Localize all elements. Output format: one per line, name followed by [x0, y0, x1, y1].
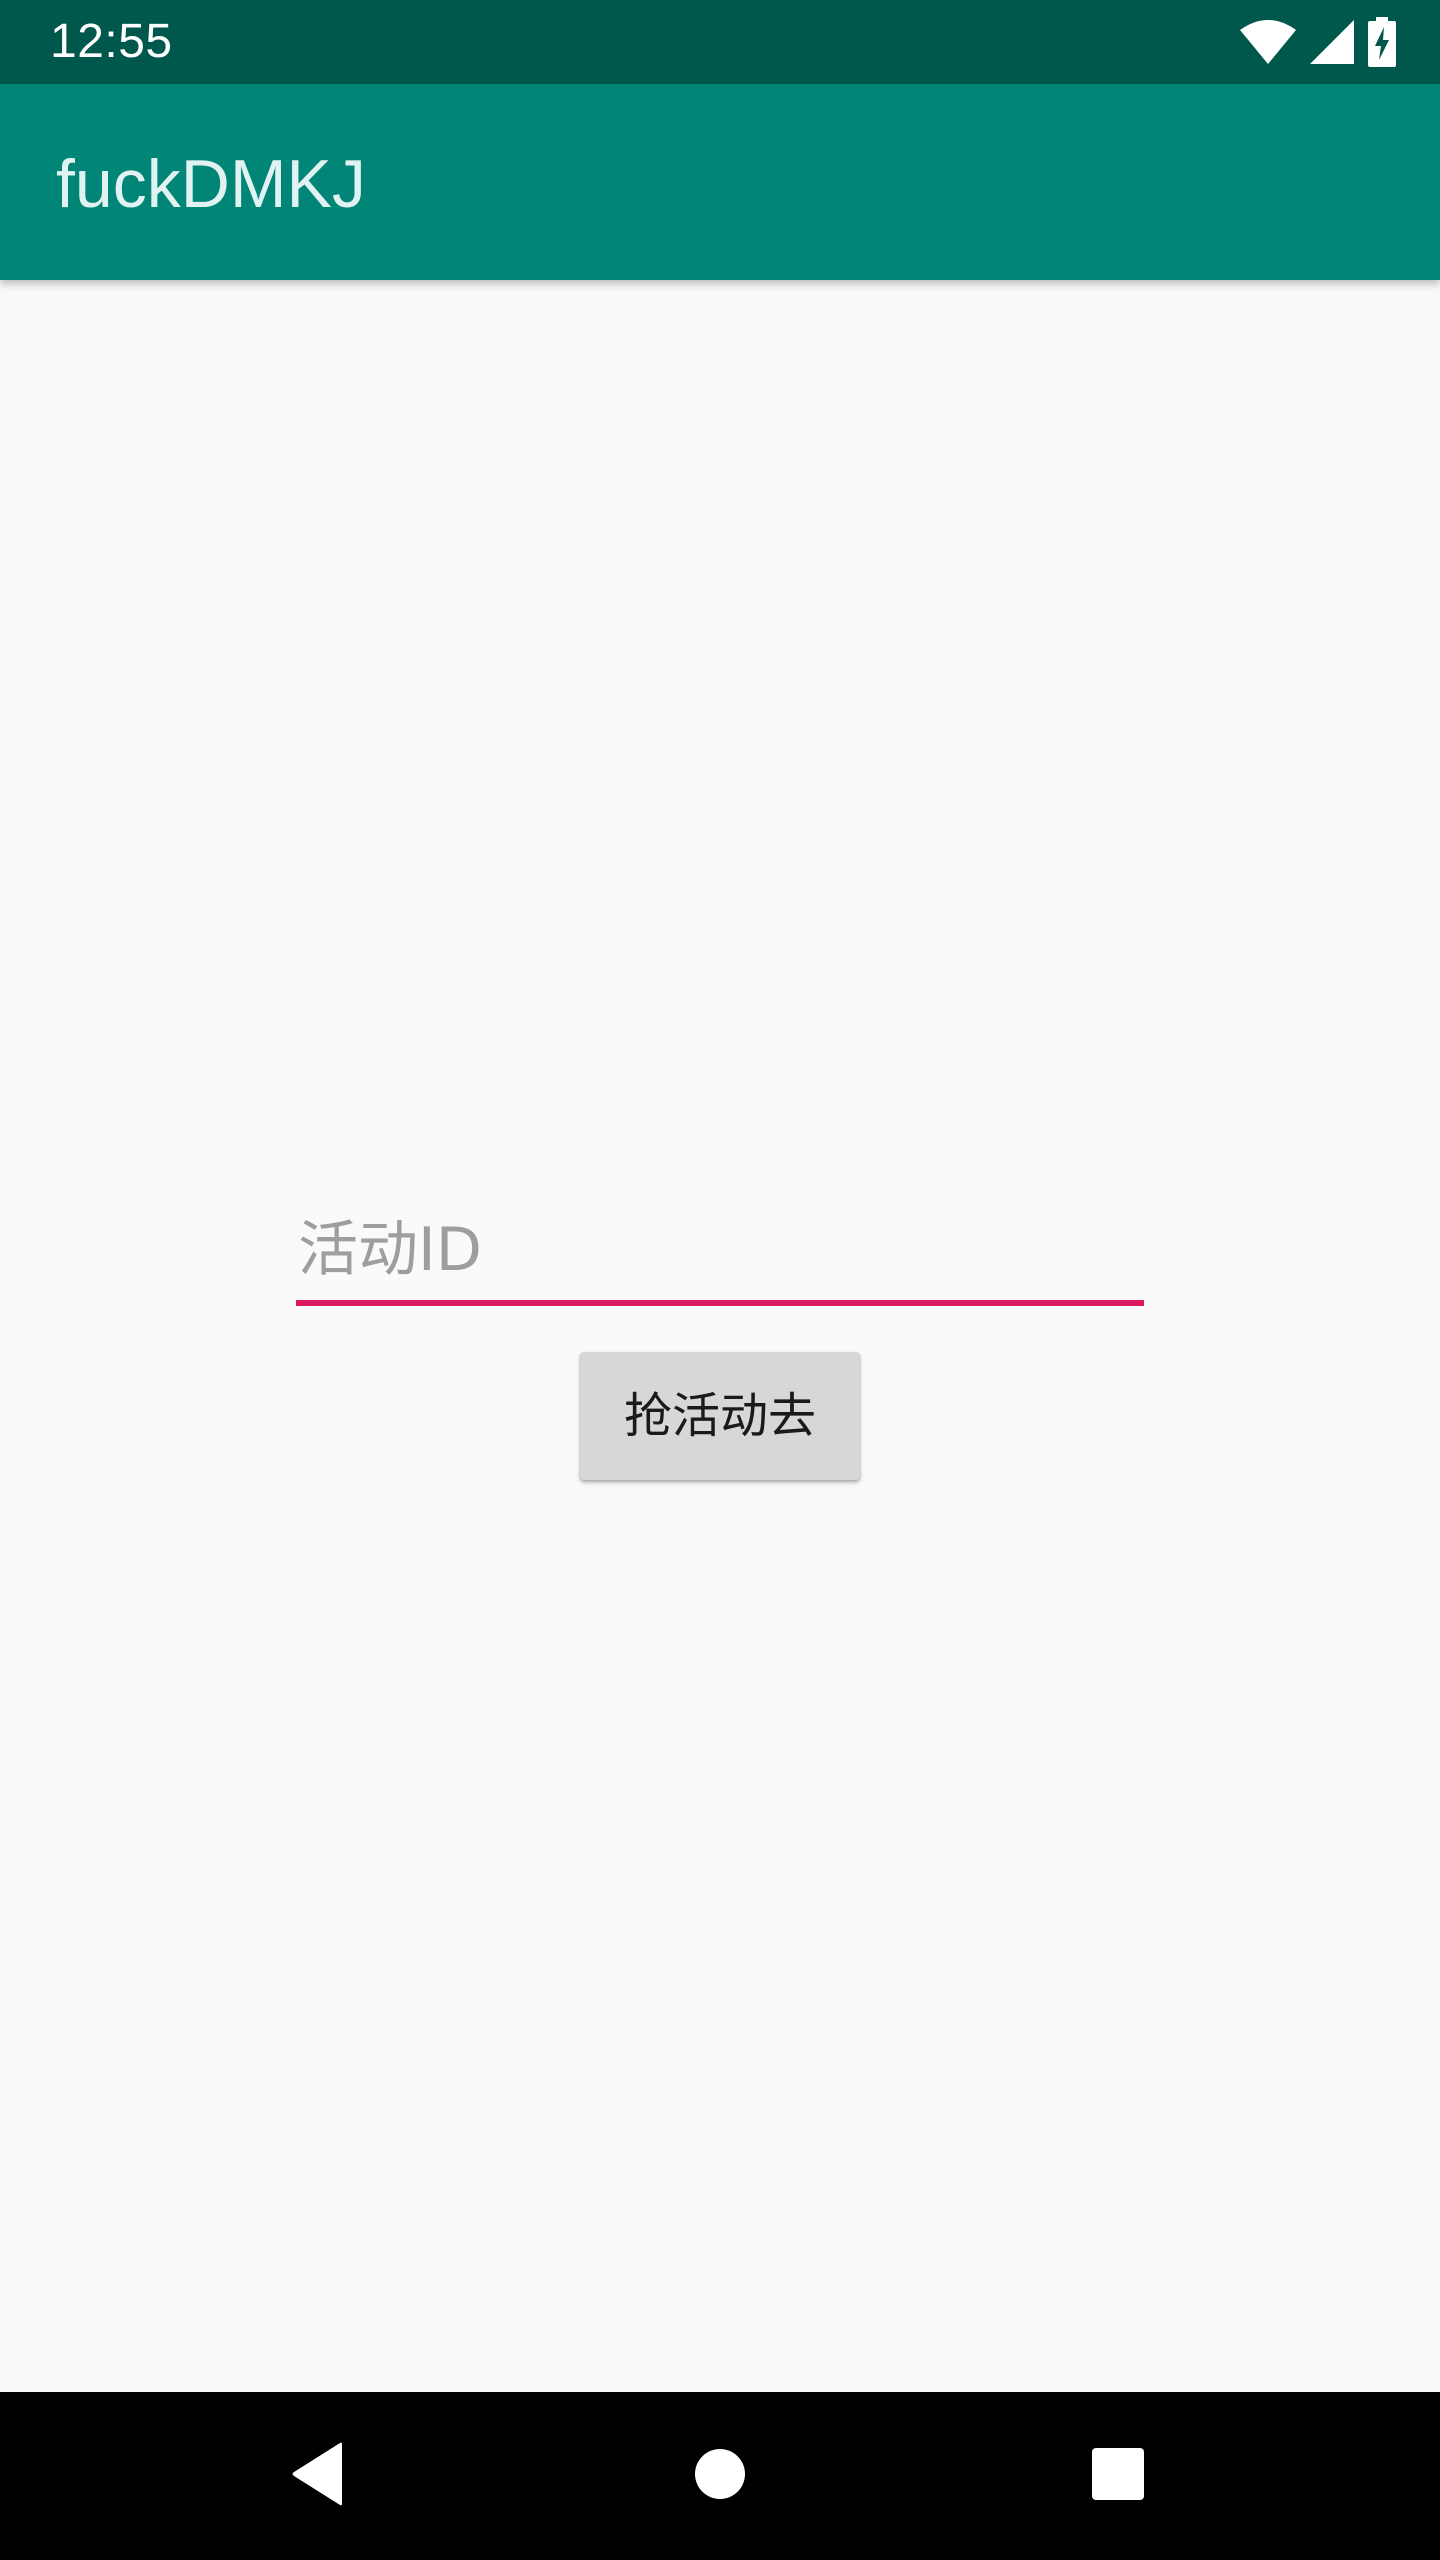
wifi-icon — [1240, 20, 1296, 64]
home-icon — [694, 2448, 746, 2505]
back-icon — [290, 2442, 346, 2511]
app-title: fuckDMKJ — [56, 146, 366, 222]
grab-activity-button[interactable]: 抢活动去 — [580, 1352, 860, 1480]
home-button[interactable] — [670, 2426, 770, 2526]
recents-icon — [1091, 2447, 1145, 2506]
activity-id-input[interactable] — [296, 1200, 1144, 1300]
status-icons — [1240, 16, 1396, 68]
status-bar: 12:55 — [0, 0, 1440, 84]
battery-charging-icon — [1368, 17, 1396, 67]
recents-button[interactable] — [1068, 2426, 1168, 2526]
back-button[interactable] — [268, 2426, 368, 2526]
input-underline — [296, 1300, 1144, 1306]
status-time: 12:55 — [50, 15, 173, 68]
cellular-signal-icon — [1310, 20, 1354, 64]
app-bar: fuckDMKJ — [0, 84, 1440, 280]
navigation-bar — [0, 2392, 1440, 2560]
activity-id-field-wrapper — [296, 1200, 1144, 1308]
